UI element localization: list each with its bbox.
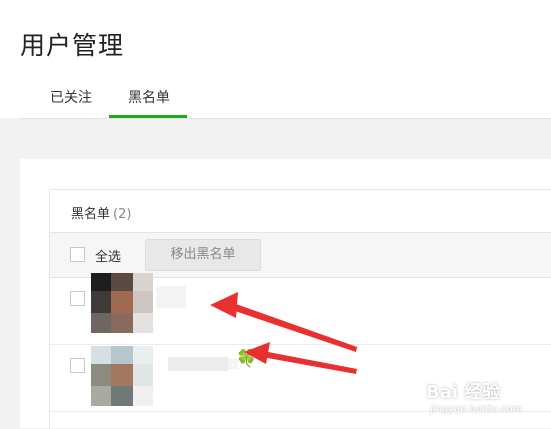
nickname-blurred: [168, 357, 228, 371]
avatar: [91, 273, 153, 333]
blacklist-title: 黑名单 (2): [71, 203, 131, 222]
active-tab-indicator: [109, 115, 187, 118]
row-checkbox[interactable]: [70, 358, 85, 373]
clover-icon: 🍀: [236, 349, 258, 369]
remove-from-blacklist-button[interactable]: 移出黑名单: [145, 239, 261, 271]
watermark-logo: Bai 经验: [426, 382, 501, 403]
avatar: [91, 346, 153, 406]
watermark: Bai 经验 jingyan.baidu.com: [426, 378, 546, 422]
blacklist-count: (2): [113, 207, 132, 222]
nickname-blurred: [156, 286, 186, 308]
watermark-url: jingyan.baidu.com: [430, 404, 523, 415]
select-all-checkbox[interactable]: [70, 247, 85, 262]
header: 用户管理 已关注 黑名单: [0, 0, 551, 119]
tab-bar: 已关注 黑名单: [20, 75, 551, 119]
list-item: [50, 273, 551, 345]
tab-followed[interactable]: 已关注: [50, 87, 92, 107]
row-checkbox[interactable]: [70, 291, 85, 306]
blacklist-toolbar: 全选 移出黑名单: [50, 233, 551, 278]
blacklist-header: 黑名单 (2): [50, 190, 551, 233]
tab-blacklist[interactable]: 黑名单: [128, 87, 170, 107]
blacklist-title-text: 黑名单: [71, 207, 111, 222]
select-all-label[interactable]: 全选: [95, 246, 121, 265]
page-title: 用户管理: [20, 31, 125, 60]
